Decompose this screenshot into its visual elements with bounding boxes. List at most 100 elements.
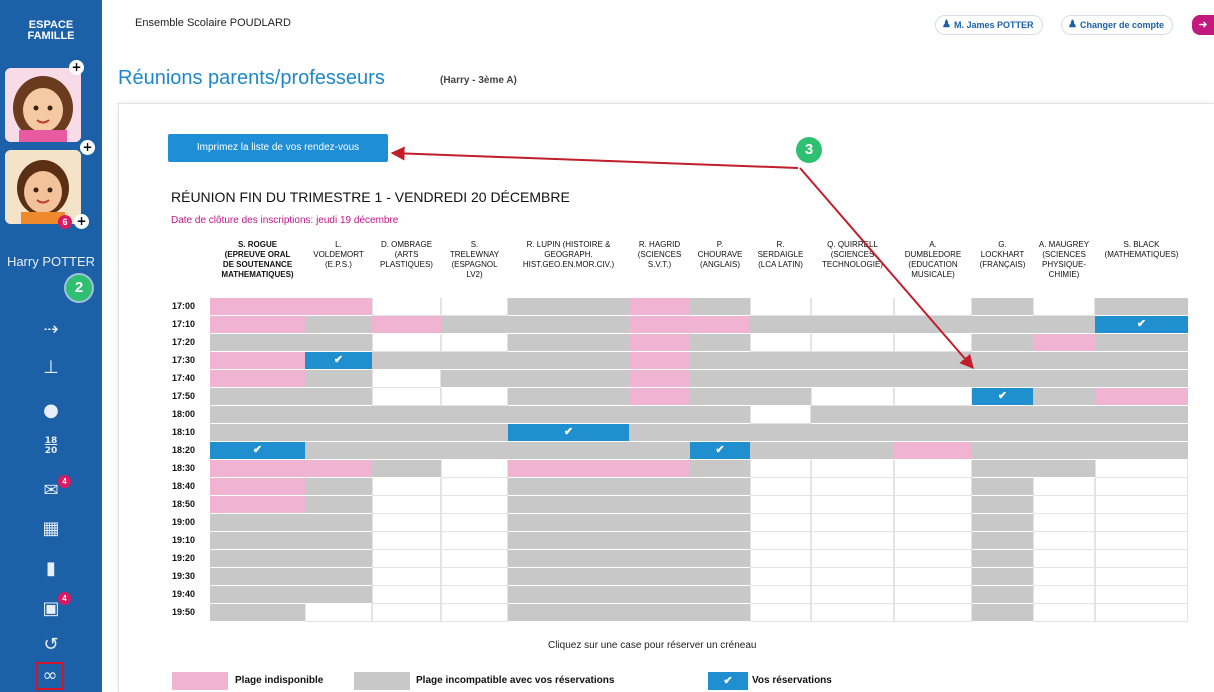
time-slot[interactable] [894, 460, 972, 478]
time-slot[interactable] [1033, 496, 1095, 514]
time-slot[interactable] [894, 298, 972, 316]
time-slot[interactable] [894, 334, 972, 352]
time-slot[interactable] [1033, 604, 1095, 622]
time-slot[interactable] [1095, 478, 1188, 496]
time-slot[interactable] [811, 514, 894, 532]
child-avatar-1[interactable] [5, 68, 81, 142]
time-slot[interactable] [811, 586, 894, 604]
time-slot[interactable] [894, 550, 972, 568]
time-slot[interactable] [750, 604, 811, 622]
switch-account-button[interactable]: ♟ Changer de compte [1061, 15, 1174, 35]
time-slot[interactable] [894, 604, 972, 622]
time-slot[interactable] [750, 586, 811, 604]
history-icon[interactable]: ↺ [38, 633, 64, 657]
reserved-slot[interactable]: ✔ [690, 442, 750, 460]
time-slot[interactable] [372, 604, 441, 622]
time-slot[interactable] [372, 550, 441, 568]
time-slot[interactable] [1033, 514, 1095, 532]
time-slot[interactable] [372, 334, 441, 352]
time-slot[interactable] [750, 334, 811, 352]
time-slot[interactable] [1033, 478, 1095, 496]
notebook-icon[interactable]: ▮ [38, 557, 64, 581]
time-slot[interactable] [372, 586, 441, 604]
brand-logo[interactable]: ESPACE FAMILLE [0, 20, 102, 42]
time-slot[interactable] [750, 496, 811, 514]
time-slot[interactable] [811, 496, 894, 514]
reserved-slot[interactable]: ✔ [972, 388, 1033, 406]
stamp-icon[interactable]: ⊥ [38, 356, 64, 380]
time-slot[interactable] [811, 550, 894, 568]
add-icon[interactable]: + [80, 140, 95, 155]
time-slot[interactable] [372, 496, 441, 514]
time-slot[interactable] [441, 478, 508, 496]
add-icon[interactable]: + [69, 60, 84, 75]
time-slot[interactable] [894, 496, 972, 514]
time-slot[interactable] [811, 388, 894, 406]
calendar-icon[interactable]: ▦ [38, 517, 64, 541]
time-slot[interactable] [1095, 586, 1188, 604]
time-slot[interactable] [1095, 514, 1188, 532]
time-slot[interactable] [811, 532, 894, 550]
meeting-icon[interactable]: ⇢ [38, 318, 64, 342]
time-slot[interactable] [1095, 568, 1188, 586]
reserved-slot[interactable]: ✔ [305, 352, 372, 370]
time-slot[interactable] [1095, 460, 1188, 478]
time-slot[interactable] [1095, 604, 1188, 622]
chat-icon[interactable]: ● [38, 399, 64, 423]
time-slot[interactable] [372, 568, 441, 586]
time-slot[interactable] [441, 298, 508, 316]
time-slot[interactable] [441, 550, 508, 568]
time-slot[interactable] [1033, 532, 1095, 550]
grades-icon[interactable]: 18 20 [38, 436, 64, 460]
time-slot[interactable] [372, 388, 441, 406]
time-slot[interactable] [894, 568, 972, 586]
link-icon[interactable]: ∞ [36, 662, 64, 690]
time-slot[interactable] [894, 514, 972, 532]
time-slot[interactable] [750, 406, 811, 424]
time-slot[interactable] [750, 478, 811, 496]
time-slot[interactable] [750, 298, 811, 316]
time-slot[interactable] [372, 478, 441, 496]
time-slot[interactable] [305, 604, 372, 622]
time-slot[interactable] [750, 460, 811, 478]
time-slot[interactable] [441, 334, 508, 352]
time-slot[interactable] [750, 568, 811, 586]
time-slot[interactable] [811, 460, 894, 478]
time-slot[interactable] [441, 532, 508, 550]
time-slot[interactable] [811, 604, 894, 622]
time-slot[interactable] [1095, 550, 1188, 568]
time-slot[interactable] [441, 586, 508, 604]
time-slot[interactable] [894, 532, 972, 550]
time-slot[interactable] [1095, 496, 1188, 514]
time-slot[interactable] [811, 568, 894, 586]
reserved-slot[interactable]: ✔ [508, 424, 629, 442]
time-slot[interactable] [750, 514, 811, 532]
user-account-button[interactable]: ♟ M. James POTTER [935, 15, 1043, 35]
time-slot[interactable] [372, 514, 441, 532]
time-slot[interactable] [750, 532, 811, 550]
time-slot[interactable] [1033, 550, 1095, 568]
time-slot[interactable] [1033, 298, 1095, 316]
time-slot[interactable] [894, 478, 972, 496]
logout-icon[interactable]: ➜ [1192, 15, 1214, 35]
time-slot[interactable] [441, 604, 508, 622]
time-slot[interactable] [372, 532, 441, 550]
time-slot[interactable] [441, 388, 508, 406]
time-slot[interactable] [750, 550, 811, 568]
reserved-slot[interactable]: ✔ [1095, 316, 1188, 334]
time-slot[interactable] [1033, 586, 1095, 604]
time-slot[interactable] [1095, 532, 1188, 550]
time-slot[interactable] [894, 586, 972, 604]
time-slot[interactable] [811, 478, 894, 496]
student-name[interactable]: Harry POTTER [0, 254, 102, 269]
time-slot[interactable] [372, 298, 441, 316]
print-appointments-button[interactable]: Imprimez la liste de vos rendez-vous [168, 134, 388, 162]
time-slot[interactable] [811, 298, 894, 316]
time-slot[interactable] [441, 460, 508, 478]
time-slot[interactable] [441, 514, 508, 532]
time-slot[interactable] [372, 370, 441, 388]
time-slot[interactable] [441, 568, 508, 586]
time-slot[interactable] [894, 388, 972, 406]
time-slot[interactable] [811, 334, 894, 352]
child-avatar-2[interactable] [5, 150, 81, 224]
